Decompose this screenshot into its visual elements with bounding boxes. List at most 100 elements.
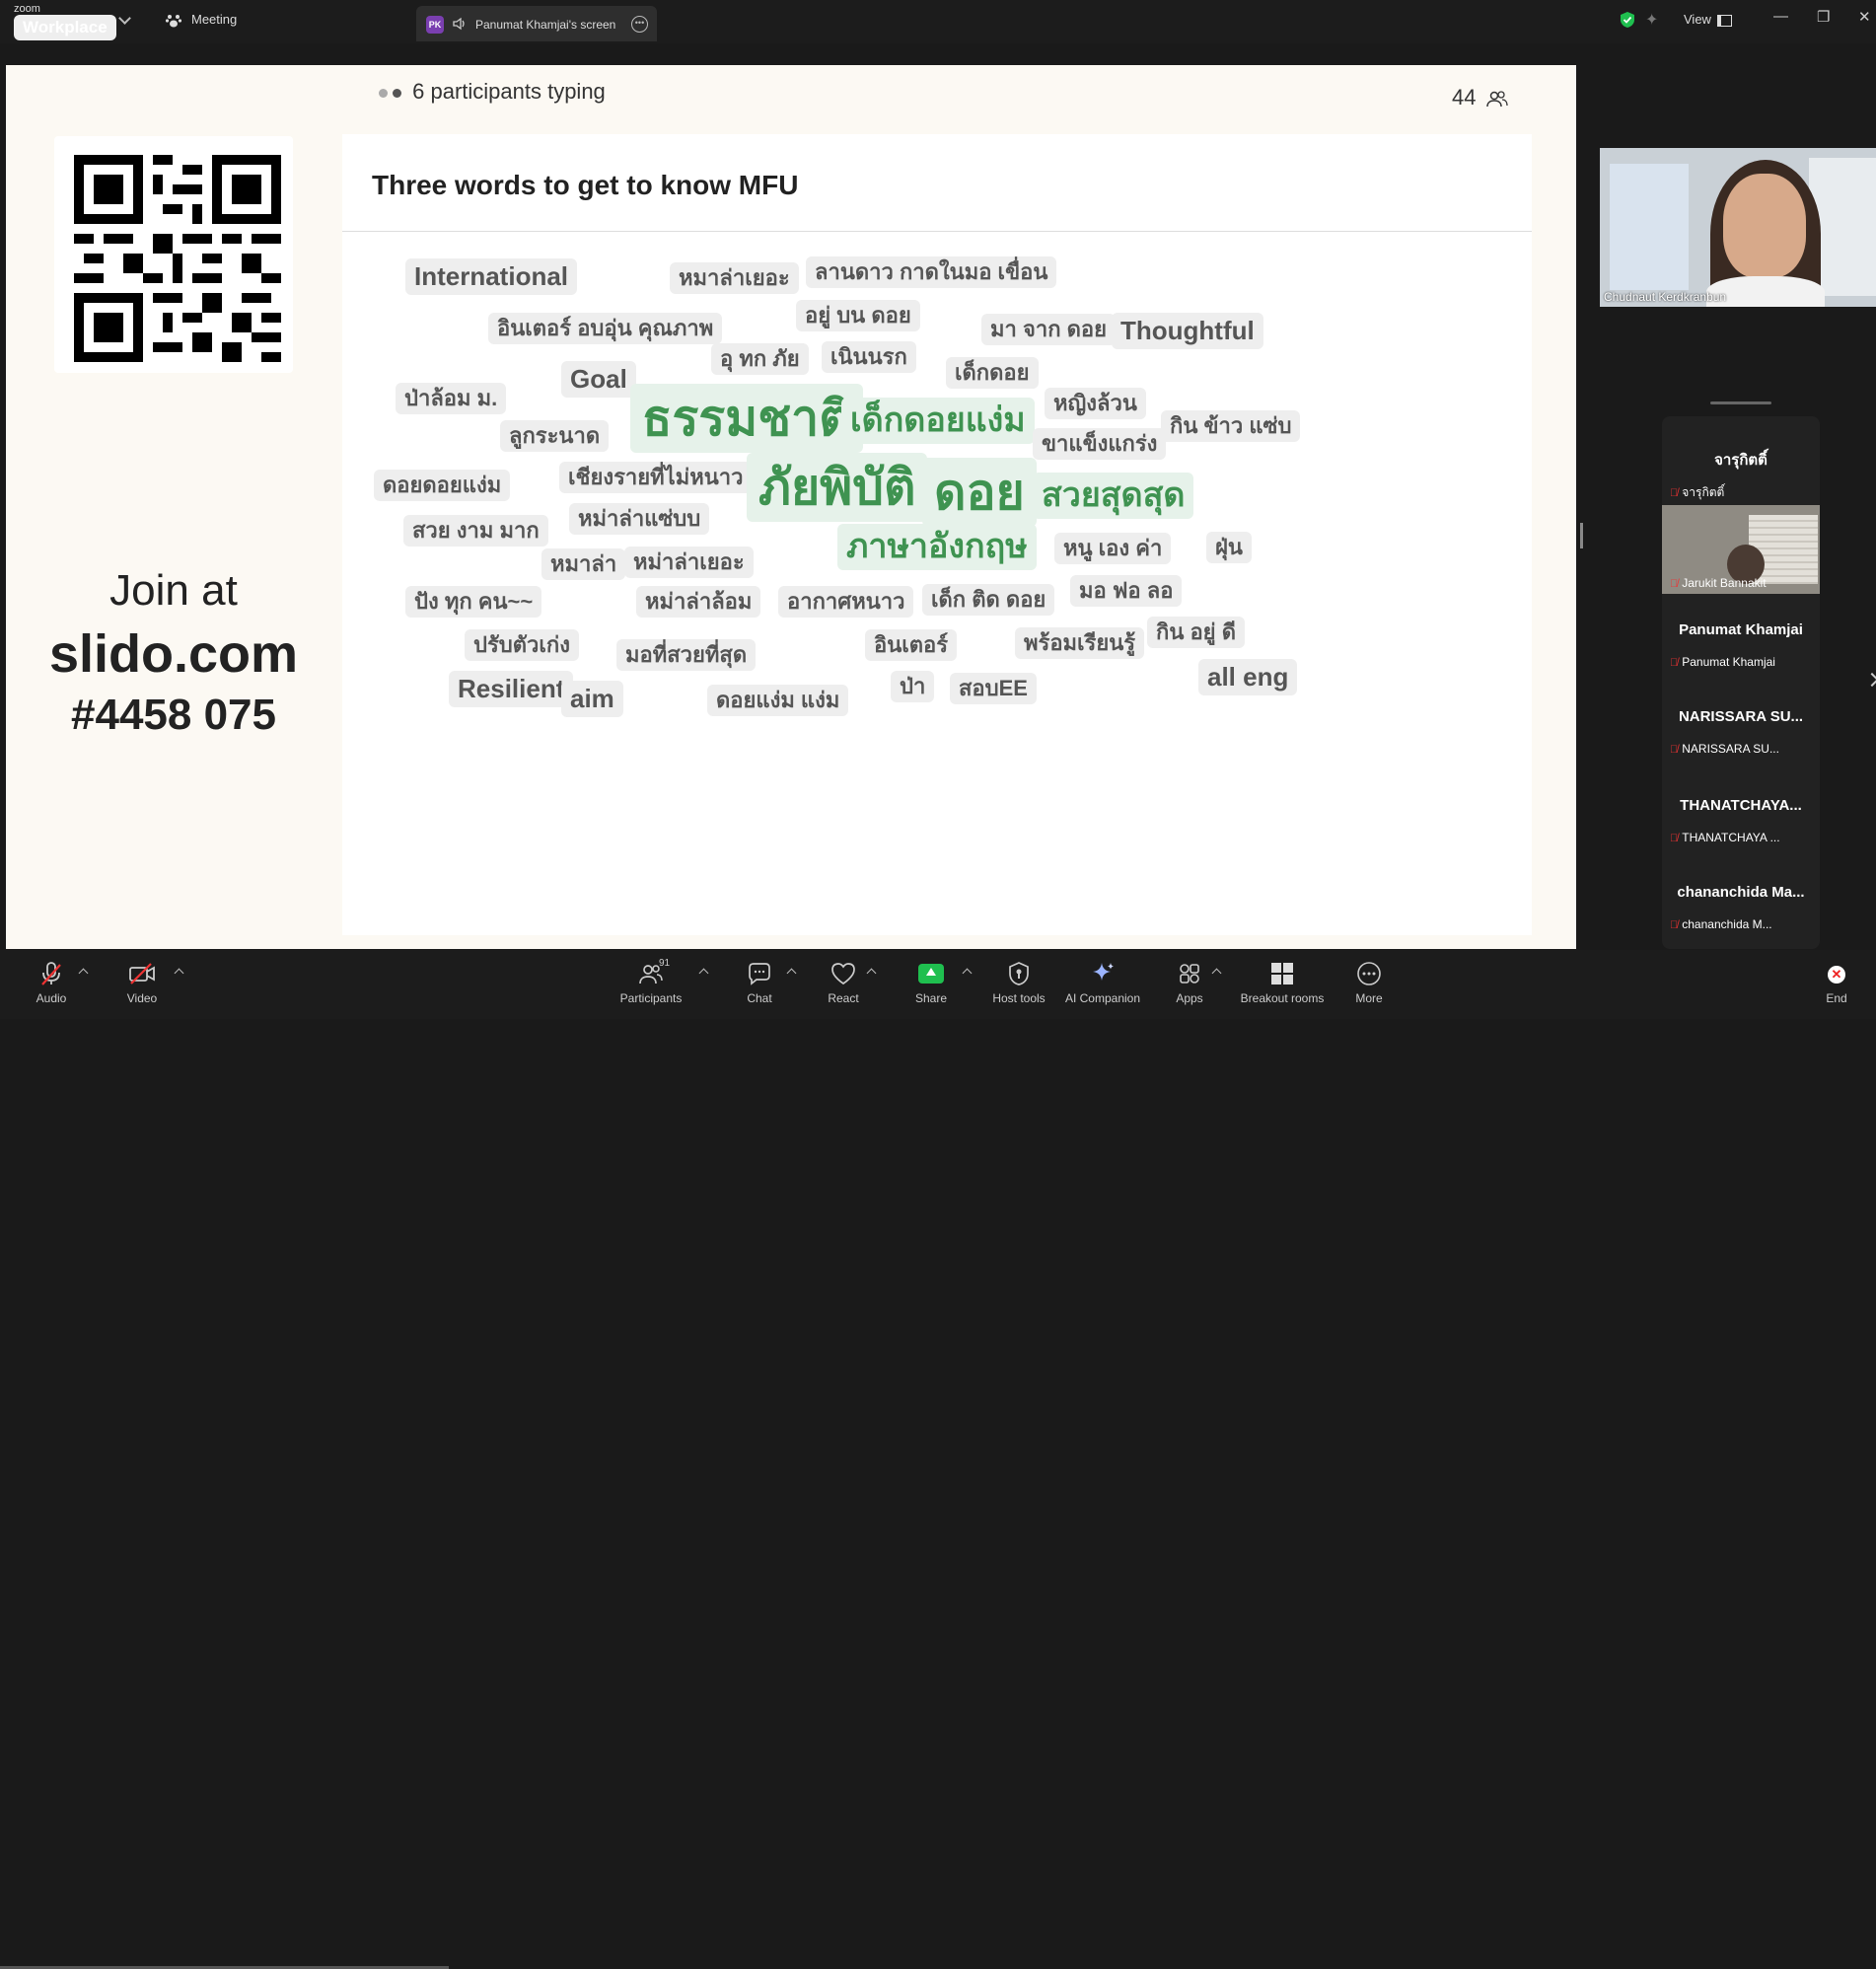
word-cloud-entry: ภาษาอังกฤษ bbox=[837, 524, 1037, 570]
word-cloud-entry: ปัง ทุก คน~~ bbox=[405, 586, 542, 619]
sparkle-icon[interactable]: ✦ bbox=[1645, 10, 1658, 30]
participant-name: 🎙̸ NARISSARA SU... bbox=[1670, 742, 1779, 756]
more-label: More bbox=[1355, 991, 1383, 1005]
word-cloud-entry: หม่าล่าแซ่บบ bbox=[569, 503, 710, 536]
panel-drag-handle[interactable] bbox=[1710, 401, 1771, 404]
participant-tile[interactable]: NARISSARA SU... 🎙̸ NARISSARA SU... bbox=[1662, 683, 1820, 771]
shield-icon bbox=[1009, 962, 1029, 985]
word-cloud-entry: มา จาก ดอย bbox=[981, 314, 1117, 346]
participant-display-name: THANATCHAYA... bbox=[1680, 797, 1802, 814]
participant-name-text: NARISSARA SU... bbox=[1682, 742, 1779, 756]
chat-label: Chat bbox=[747, 991, 772, 1005]
typing-dot bbox=[393, 88, 401, 98]
meeting-tab[interactable]: Meeting bbox=[166, 12, 237, 28]
audio-button[interactable]: Audio bbox=[12, 960, 91, 1005]
participant-video-tile[interactable]: 🎙̸ Jarukit Bannakit bbox=[1662, 505, 1820, 594]
video-button[interactable]: Video bbox=[103, 960, 181, 1005]
host-tools-button[interactable]: Host tools bbox=[979, 960, 1058, 1005]
participant-name: 🎙̸ จารุกิตติ์ bbox=[1670, 483, 1724, 502]
word-cloud-entry: มอ ฟอ ลอ bbox=[1070, 575, 1183, 608]
word-cloud: International หมาล่าเยอะ ลานดาว กาดในมอ เข… bbox=[342, 134, 1532, 935]
speaker-video[interactable]: Chudnaut Kerdkranbun bbox=[1600, 148, 1876, 307]
chevron-down-icon[interactable] bbox=[118, 12, 131, 25]
participant-tile[interactable]: Panumat Khamjai 🎙̸ Panumat Khamjai bbox=[1662, 594, 1820, 683]
word-cloud-card: Three words to get to know MFU Internati… bbox=[342, 134, 1532, 935]
word-cloud-entry: ปรับตัวเก่ง bbox=[465, 629, 579, 662]
host-tools-label: Host tools bbox=[992, 991, 1046, 1005]
mic-muted-icon bbox=[41, 962, 61, 985]
participant-name-text: chananchida M... bbox=[1682, 917, 1772, 931]
end-button[interactable]: ✕ End bbox=[1807, 960, 1866, 1005]
view-button[interactable]: View bbox=[1684, 12, 1732, 27]
video-label: Video bbox=[126, 991, 158, 1005]
breakout-rooms-button[interactable]: Breakout rooms bbox=[1233, 960, 1332, 1005]
screen-share-tab[interactable]: PK Panumat Khamjai's screen ••• bbox=[416, 6, 657, 41]
word-cloud-entry: ลานดาว กาดในมอ เขื่อน bbox=[806, 256, 1057, 289]
word-cloud-entry: ธรรมชาติ bbox=[630, 384, 863, 453]
brand-main: Workplace bbox=[14, 15, 116, 41]
word-cloud-entry: ดอยดอยแง่ม bbox=[374, 470, 511, 502]
sparkle-icon bbox=[1093, 963, 1114, 981]
ai-companion-button[interactable]: AI Companion bbox=[1055, 960, 1150, 1005]
share-button[interactable]: Share bbox=[892, 960, 971, 1005]
word-cloud-entry: เด็กดอย bbox=[946, 357, 1039, 390]
video-off-icon bbox=[129, 963, 155, 984]
typing-dot bbox=[379, 88, 388, 98]
word-cloud-entry: เด็กดอยแง่ม bbox=[841, 398, 1035, 444]
brand-small: zoom bbox=[14, 3, 40, 15]
participant-tile[interactable]: THANATCHAYA... 🎙̸ THANATCHAYA ... bbox=[1662, 771, 1820, 860]
react-label: React bbox=[828, 991, 859, 1005]
close-icon[interactable]: ✕ bbox=[1858, 8, 1871, 26]
zoom-workplace-logo[interactable]: zoom Workplace bbox=[14, 3, 116, 41]
apps-label: Apps bbox=[1176, 991, 1203, 1005]
word-cloud-entry: International bbox=[405, 258, 578, 296]
participants-label: Participants bbox=[619, 991, 683, 1005]
participant-tile[interactable]: จารุกิตติ์ 🎙̸ จารุกิตติ์ bbox=[1662, 416, 1820, 505]
share-label: Share bbox=[914, 991, 948, 1005]
word-cloud-entry: Resilient bbox=[449, 671, 574, 708]
speaker-icon bbox=[453, 17, 465, 31]
participant-display-name: NARISSARA SU... bbox=[1678, 708, 1804, 725]
word-cloud-entry: ภัยพิบัติ bbox=[747, 453, 928, 522]
word-cloud-entry: Thoughtful bbox=[1112, 313, 1263, 350]
speaker-name: Chudnaut Kerdkranbun bbox=[1604, 290, 1727, 304]
speaker-face bbox=[1723, 174, 1806, 278]
chevron-right-icon[interactable] bbox=[1864, 672, 1876, 688]
more-button[interactable]: More bbox=[1330, 960, 1408, 1005]
join-info: Join at slido.com #4458 075 bbox=[6, 566, 341, 740]
participant-display-name: chananchida Ma... bbox=[1677, 884, 1805, 901]
word-cloud-entry: กิน ข้าว แซ่บ bbox=[1161, 410, 1301, 443]
mic-muted-icon: 🎙̸ bbox=[1670, 744, 1679, 756]
shared-screen: 6 participants typing 44 Join at slido.c… bbox=[6, 65, 1576, 949]
chat-icon bbox=[749, 963, 770, 985]
participants-options-caret[interactable] bbox=[698, 968, 709, 979]
react-button[interactable]: React bbox=[804, 960, 883, 1005]
more-icon bbox=[1357, 962, 1381, 985]
security-shield-icon[interactable] bbox=[1620, 11, 1635, 29]
participant-display-name: Panumat Khamjai bbox=[1679, 621, 1803, 638]
apps-button[interactable]: Apps bbox=[1150, 960, 1229, 1005]
qr-code-image bbox=[74, 155, 281, 362]
word-cloud-entry: ดอยแง่ม แง่ม bbox=[707, 685, 849, 717]
participant-display-name: จารุกิตติ์ bbox=[1714, 452, 1768, 469]
join-at: Join at bbox=[109, 566, 238, 615]
participant-tile[interactable]: chananchida Ma... 🎙̸ chananchida M... bbox=[1662, 860, 1820, 949]
minimize-icon[interactable]: — bbox=[1773, 8, 1788, 25]
restore-icon[interactable]: ❐ bbox=[1817, 8, 1830, 26]
screen-tab-label: Panumat Khamjai's screen bbox=[475, 18, 616, 32]
join-code: #4458 075 bbox=[71, 691, 276, 739]
more-options-icon[interactable]: ••• bbox=[631, 16, 648, 33]
end-icon: ✕ bbox=[1828, 966, 1845, 984]
panel-splitter[interactable] bbox=[1580, 523, 1583, 548]
participant-name-text: Jarukit Bannakit bbox=[1682, 576, 1767, 590]
participant-count-value: 44 bbox=[1452, 85, 1477, 109]
chat-button[interactable]: Chat bbox=[720, 960, 799, 1005]
participants-count: 91 bbox=[659, 958, 671, 969]
mic-muted-icon: 🎙̸ bbox=[1670, 487, 1679, 499]
participants-button[interactable]: 91 Participants bbox=[612, 958, 690, 1005]
word-cloud-entry: เด็ก ติด ดอย bbox=[922, 584, 1055, 617]
end-label: End bbox=[1826, 991, 1847, 1005]
word-cloud-entry: อากาศหนาว bbox=[778, 586, 914, 619]
participant-count: 44 bbox=[1452, 85, 1508, 110]
word-cloud-entry: อยู่ บน ดอย bbox=[796, 300, 920, 332]
